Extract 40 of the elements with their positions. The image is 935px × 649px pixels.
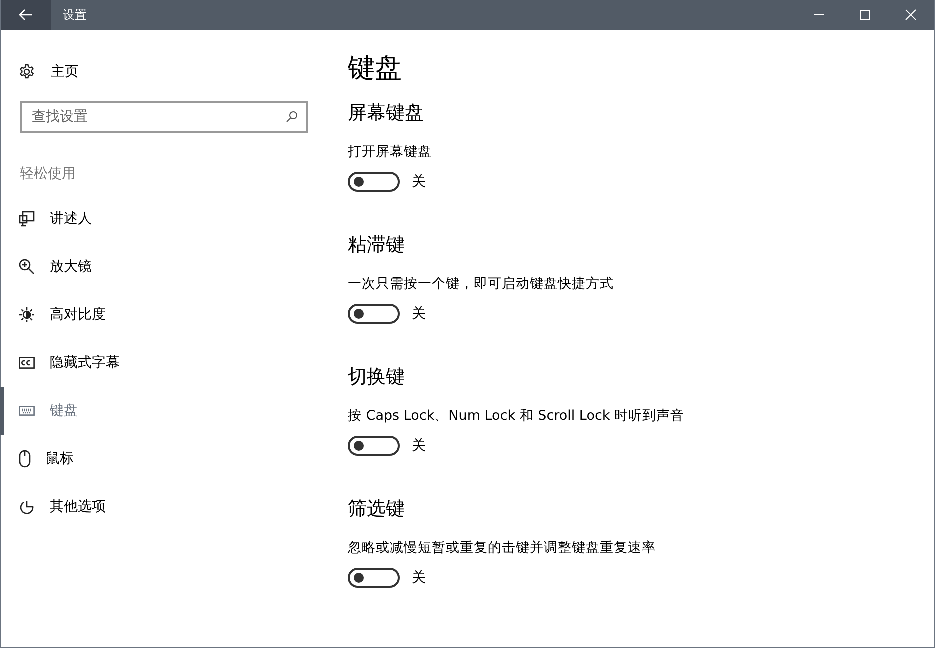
setting-label: 一次只需按一个键，即可启动键盘快捷方式 xyxy=(348,275,615,293)
toggle-switch[interactable] xyxy=(348,304,400,324)
setting-label: 忽略或减慢短暂或重复的击键并调整键盘重复速率 xyxy=(348,539,657,557)
section-heading: 切换键 xyxy=(348,365,406,390)
back-button[interactable] xyxy=(1,0,51,30)
section-heading: 屏幕键盘 xyxy=(348,101,425,126)
nav-item[interactable]: 其他选项 xyxy=(0,483,327,531)
zoom-in-icon xyxy=(19,259,35,275)
mouse-icon xyxy=(19,450,31,468)
nav-item[interactable]: 放大镜 xyxy=(0,243,327,291)
toggle-switch[interactable] xyxy=(348,436,400,456)
nav-item[interactable]: 隐藏式字幕 xyxy=(0,339,327,387)
nav-item[interactable]: 高对比度 xyxy=(0,291,327,339)
toggle-state: 关 xyxy=(412,305,426,323)
section-label: 轻松使用 xyxy=(20,165,77,183)
toggle-switch[interactable] xyxy=(348,568,400,588)
home-link[interactable]: 主页 xyxy=(51,63,79,81)
section-heading: 粘滞键 xyxy=(348,233,406,258)
section-heading: 筛选键 xyxy=(348,497,406,522)
nav-item[interactable]: 键盘 xyxy=(0,387,327,435)
settings-icon[interactable] xyxy=(19,64,35,80)
toggle-switch[interactable] xyxy=(348,172,400,192)
maximize-icon xyxy=(859,9,871,21)
setting-label: 按 Caps Lock、Num Lock 和 Scroll Lock 时听到声音 xyxy=(348,407,686,425)
closed-captions-icon xyxy=(19,357,35,369)
toggle-state: 关 xyxy=(412,569,426,587)
nav-item[interactable]: 鼠标 xyxy=(0,435,327,483)
sun-icon xyxy=(19,307,35,323)
back-arrow-icon xyxy=(19,9,33,21)
monitor-icon xyxy=(19,211,35,227)
window-title: 设置 xyxy=(63,6,88,24)
close-icon xyxy=(905,9,917,21)
setting-label: 打开屏幕键盘 xyxy=(348,143,433,161)
search-icon xyxy=(286,111,298,123)
toggle-state: 关 xyxy=(412,173,426,191)
toggle-state: 关 xyxy=(412,437,426,455)
nav-item[interactable]: 讲述人 xyxy=(0,195,327,243)
page-title: 键盘 xyxy=(348,52,403,86)
search-field[interactable]: 查找设置 xyxy=(20,101,308,133)
keyboard-icon xyxy=(19,406,35,416)
